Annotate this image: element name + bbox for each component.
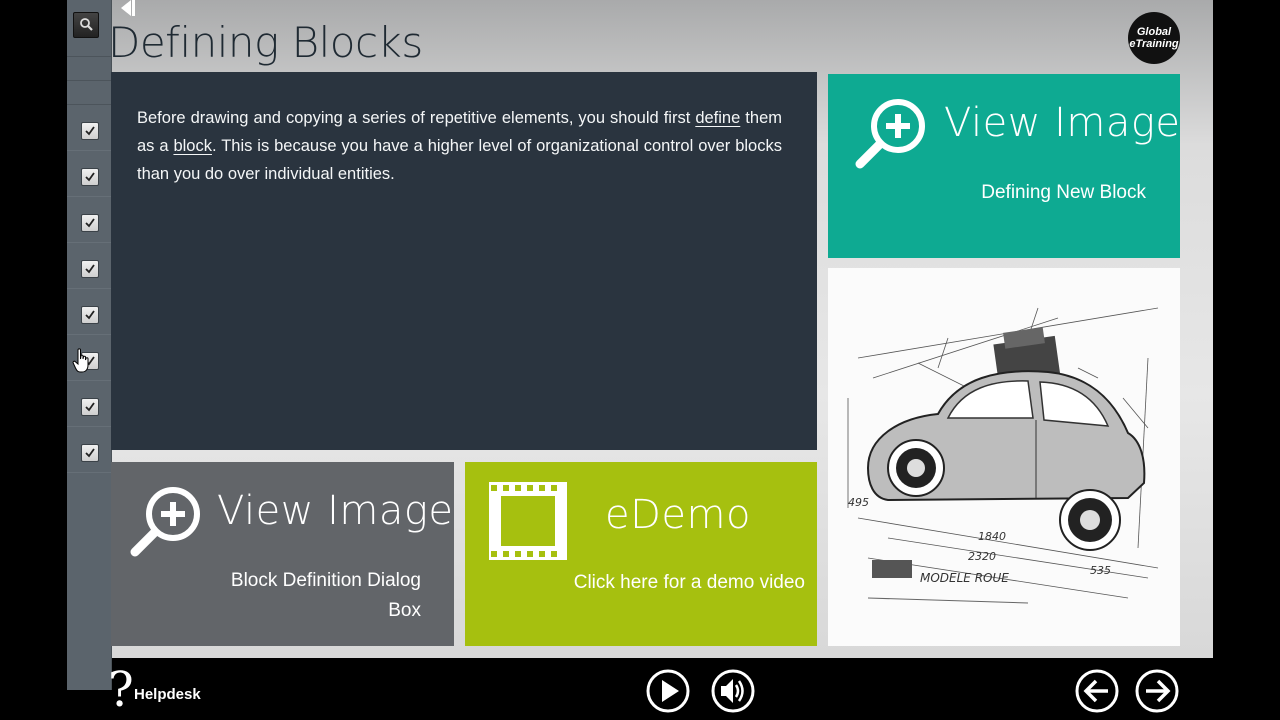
car-sketch-image: 1840 2320 495 535 MODELE ROUE: [828, 268, 1180, 646]
define-link[interactable]: define: [695, 109, 740, 127]
film-strip-icon: [489, 482, 567, 560]
play-icon: [646, 669, 690, 713]
tile-title: eDemo: [605, 492, 751, 538]
sketch-dimension-535: 535: [1090, 564, 1111, 577]
edemo-tile[interactable]: eDemo Click here for a demo video: [465, 462, 817, 646]
sketch-dimension-495: 495: [848, 496, 869, 509]
speaker-icon: [711, 669, 755, 713]
tile-subtitle: Defining New Block: [981, 182, 1146, 203]
search-icon: [80, 18, 93, 31]
tile-subtitle: Block Definition Dialog Box: [231, 566, 421, 626]
check-icon: [85, 310, 95, 320]
topic-checkbox-1[interactable]: [81, 122, 99, 140]
check-icon: [85, 218, 95, 228]
topic-checkbox-2[interactable]: [81, 168, 99, 186]
topic-checkbox-3[interactable]: [81, 214, 99, 232]
help-icon[interactable]: ?: [108, 660, 134, 720]
hand-cursor-icon: [72, 348, 89, 373]
play-button[interactable]: [645, 668, 691, 714]
content-panel: Before drawing and copying a series of r…: [111, 72, 817, 450]
zoom-in-icon: [130, 487, 200, 557]
block-link[interactable]: block: [173, 137, 212, 155]
page-title: Defining Blocks: [108, 18, 423, 67]
topic-checkbox-7[interactable]: [81, 398, 99, 416]
sketch-dimension-2320: 2320: [968, 550, 996, 563]
check-icon: [85, 126, 95, 136]
tile-subtitle: Click here for a demo video: [573, 572, 805, 593]
search-button[interactable]: [73, 12, 99, 38]
tile-title: View Image: [944, 100, 1180, 146]
view-image-defining-new-block-tile[interactable]: View Image Defining New Block: [828, 74, 1180, 258]
back-arrow-icon[interactable]: [118, 0, 138, 18]
helpdesk-link[interactable]: Helpdesk: [134, 686, 201, 703]
tile-subtitle-line2: Box: [388, 600, 421, 621]
sketch-dimension-1840: 1840: [978, 530, 1006, 543]
logo-text-2: eTraining: [1129, 38, 1179, 50]
topic-sidebar: [67, 0, 112, 690]
previous-button[interactable]: [1074, 668, 1120, 714]
zoom-in-icon: [855, 99, 925, 169]
sketch-label: MODELE ROUE: [920, 571, 1009, 585]
tile-subtitle-line1: Block Definition Dialog: [230, 570, 421, 591]
topic-checkbox-8[interactable]: [81, 444, 99, 462]
audio-button[interactable]: [710, 668, 756, 714]
check-icon: [85, 402, 95, 412]
logo-text-1: Global: [1136, 26, 1172, 38]
content-paragraph: Before drawing and copying a series of r…: [137, 104, 782, 188]
check-icon: [85, 448, 95, 458]
check-icon: [85, 264, 95, 274]
view-image-block-definition-tile[interactable]: View Image Block Definition Dialog Box: [111, 462, 454, 646]
arrow-right-icon: [1135, 669, 1179, 713]
next-button[interactable]: [1134, 668, 1180, 714]
check-icon: [85, 172, 95, 182]
topic-checkbox-4[interactable]: [81, 260, 99, 278]
paragraph-text-3: . This is because you have a higher leve…: [137, 137, 782, 183]
car-blueprint-illustration: 1840 2320 495 535 MODELE ROUE: [847, 307, 1159, 604]
tile-title: View Image: [217, 488, 454, 534]
paragraph-text-1: Before drawing and copying a series of r…: [137, 109, 696, 127]
arrow-left-icon: [1075, 669, 1119, 713]
global-etraining-logo: Global eTraining: [1128, 12, 1180, 64]
topic-checkbox-5[interactable]: [81, 306, 99, 324]
